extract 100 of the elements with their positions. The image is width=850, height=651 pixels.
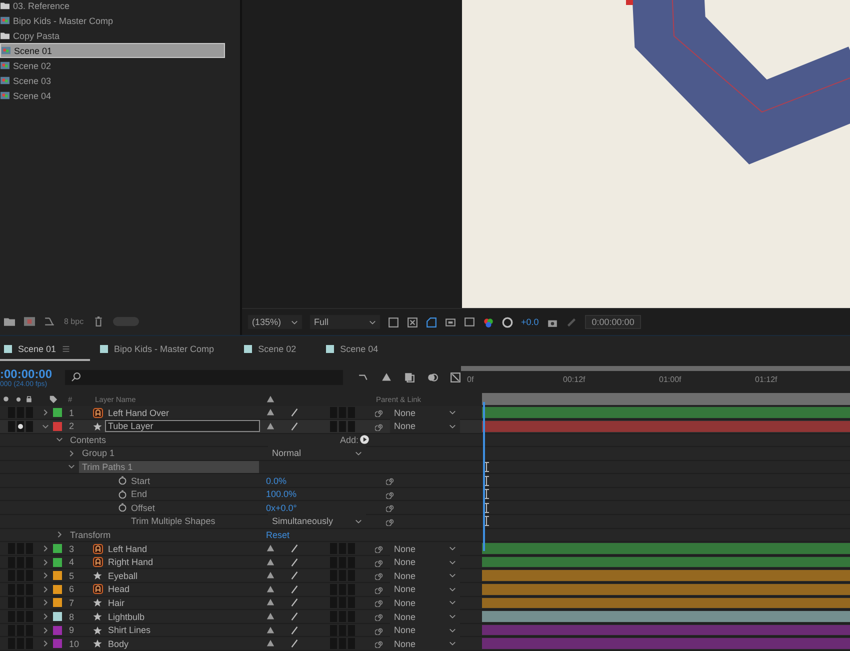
property-dropdown[interactable]: Simultaneously bbox=[268, 514, 366, 528]
label-swatch[interactable] bbox=[53, 612, 62, 622]
switch-cell[interactable] bbox=[26, 420, 33, 432]
reset-link[interactable]: Reset bbox=[266, 530, 290, 540]
comp-tab[interactable]: Scene 02 bbox=[240, 339, 316, 362]
exposure-value[interactable]: +0.0 bbox=[521, 317, 539, 328]
property-name[interactable]: Start bbox=[128, 474, 154, 487]
layer-bar[interactable] bbox=[482, 420, 850, 432]
comp-tab[interactable]: Scene 04 bbox=[322, 339, 398, 362]
layer-bar[interactable] bbox=[482, 556, 850, 568]
project-item[interactable]: Scene 03 bbox=[0, 73, 225, 88]
layer-name[interactable]: Shirt Lines bbox=[105, 624, 154, 636]
property-name[interactable]: Trim Multiple Shapes bbox=[128, 515, 218, 528]
layer-name[interactable]: Head bbox=[105, 583, 133, 596]
parent-dropdown[interactable]: None bbox=[390, 596, 460, 610]
expand-chevron-icon[interactable] bbox=[42, 409, 49, 416]
property-group-name[interactable]: Contents bbox=[67, 434, 110, 446]
property-value[interactable]: 0x+0.0° bbox=[266, 502, 297, 513]
expand-chevron-icon[interactable] bbox=[42, 599, 49, 606]
property-group-name[interactable]: Group 1 bbox=[79, 447, 118, 460]
layer-name[interactable]: Eyeball bbox=[105, 570, 141, 582]
label-swatch[interactable] bbox=[53, 584, 62, 594]
anchor-handle[interactable] bbox=[626, 0, 633, 5]
zoom-dropdown[interactable]: (135%) bbox=[248, 315, 302, 330]
region-icon[interactable] bbox=[445, 316, 456, 328]
layer-name[interactable]: Hair bbox=[105, 596, 128, 609]
composition-icon[interactable] bbox=[24, 316, 35, 327]
switch-cell[interactable] bbox=[8, 407, 15, 418]
label-swatch[interactable] bbox=[53, 544, 62, 554]
fast-preview-icon[interactable] bbox=[388, 316, 399, 328]
comp-tab[interactable]: Bipo Kids - Master Comp bbox=[96, 339, 234, 362]
motion-blur-icon[interactable] bbox=[427, 372, 438, 383]
folder-icon[interactable] bbox=[4, 316, 15, 327]
add-circle-icon[interactable] bbox=[359, 434, 370, 446]
layer-name[interactable]: Lightbulb bbox=[105, 610, 148, 623]
expand-chevron-icon[interactable] bbox=[68, 463, 75, 470]
expand-chevron-icon[interactable] bbox=[42, 626, 49, 634]
project-item[interactable]: Bipo Kids - Master Comp bbox=[0, 13, 225, 28]
property-group-name[interactable]: Transform bbox=[67, 528, 114, 541]
label-swatch[interactable] bbox=[53, 408, 62, 418]
project-item[interactable]: Scene 02 bbox=[0, 58, 225, 73]
label-swatch[interactable] bbox=[53, 639, 62, 648]
search-field[interactable] bbox=[65, 370, 343, 385]
expand-chevron-icon[interactable] bbox=[42, 586, 49, 593]
expand-chevron-icon[interactable] bbox=[56, 531, 63, 538]
project-item[interactable]: Copy Pasta bbox=[0, 28, 225, 43]
graph-editor-icon[interactable] bbox=[450, 372, 461, 383]
project-item[interactable]: Scene 04 bbox=[0, 88, 225, 103]
label-swatch[interactable] bbox=[53, 422, 62, 431]
project-item[interactable]: Scene 01 bbox=[0, 43, 225, 58]
property-name[interactable]: End bbox=[128, 488, 150, 500]
label-swatch[interactable] bbox=[53, 558, 62, 567]
expand-chevron-icon[interactable] bbox=[68, 450, 75, 457]
property-value[interactable]: 0.0% bbox=[266, 476, 287, 486]
shy-icon[interactable] bbox=[381, 372, 392, 383]
expand-chevron-icon[interactable] bbox=[42, 572, 49, 580]
switch-cell[interactable] bbox=[330, 407, 337, 418]
resolution-dropdown[interactable]: Full bbox=[310, 315, 380, 330]
expand-chevron-icon[interactable] bbox=[42, 640, 49, 648]
parent-dropdown[interactable]: None bbox=[390, 419, 460, 434]
layer-name[interactable]: Left Hand bbox=[105, 542, 150, 555]
expand-chevron-icon[interactable] bbox=[42, 558, 49, 566]
label-swatch[interactable] bbox=[53, 626, 62, 635]
switch-cell[interactable] bbox=[8, 420, 15, 432]
grid-icon[interactable] bbox=[407, 316, 418, 328]
layer-name[interactable]: Tube Layer bbox=[105, 420, 260, 432]
timecode-field[interactable]: 0:00:00:00 bbox=[584, 315, 642, 330]
switch-cell[interactable] bbox=[339, 407, 346, 418]
solo-switch[interactable] bbox=[17, 407, 24, 418]
expand-chevron-icon[interactable] bbox=[56, 436, 63, 444]
layer-bar[interactable] bbox=[482, 624, 850, 636]
property-value[interactable]: 100.0% bbox=[266, 489, 297, 500]
time-navigator-bar[interactable] bbox=[482, 393, 850, 406]
switch-cell[interactable] bbox=[339, 420, 346, 432]
layer-bar[interactable] bbox=[482, 598, 850, 608]
switch-cell[interactable] bbox=[348, 420, 355, 432]
current-time[interactable]: :00:00:00 bbox=[0, 366, 62, 381]
solo-switch[interactable] bbox=[17, 420, 24, 432]
layer-name[interactable]: Body bbox=[105, 638, 132, 650]
layer-name[interactable]: Left Hand Over bbox=[105, 406, 172, 419]
layer-bar[interactable] bbox=[482, 570, 850, 582]
layer-name[interactable]: Right Hand bbox=[105, 556, 156, 568]
project-item[interactable]: 03. Reference bbox=[0, 0, 225, 13]
expand-chevron-icon[interactable] bbox=[42, 613, 49, 620]
mask-path-icon[interactable] bbox=[426, 316, 437, 328]
expand-chevron-icon[interactable] bbox=[42, 422, 49, 430]
exposure-icon[interactable] bbox=[502, 316, 513, 328]
switch-cell[interactable] bbox=[330, 420, 337, 432]
work-area-bar[interactable] bbox=[461, 366, 850, 372]
expand-chevron-icon[interactable] bbox=[42, 545, 49, 552]
color-channels-icon[interactable] bbox=[483, 316, 494, 328]
bit-depth-label[interactable]: 8 bpc bbox=[64, 316, 84, 326]
trash-icon[interactable] bbox=[92, 316, 104, 327]
switch-cell[interactable] bbox=[26, 407, 33, 418]
switch-cell[interactable] bbox=[348, 407, 355, 418]
property-name[interactable]: Offset bbox=[128, 502, 158, 514]
property-group-name[interactable]: Trim Paths 1 bbox=[79, 460, 259, 473]
label-swatch[interactable] bbox=[53, 598, 62, 608]
frame-blending-icon[interactable] bbox=[404, 372, 415, 383]
transparency-icon[interactable] bbox=[464, 316, 475, 328]
